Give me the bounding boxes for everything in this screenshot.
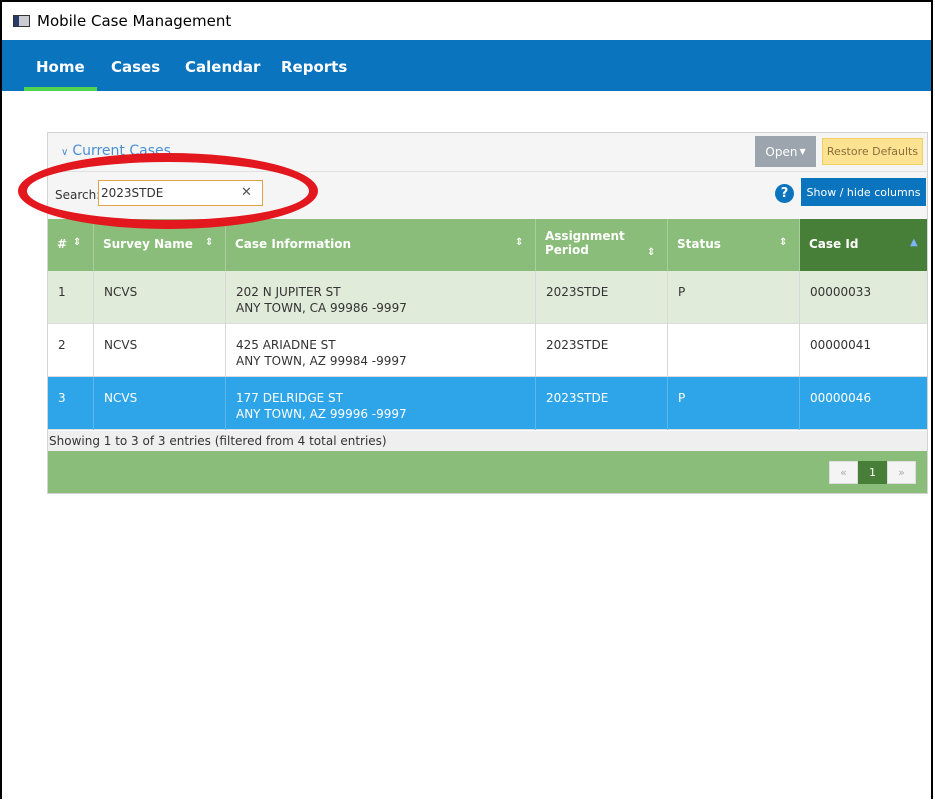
previous-page-button[interactable]: «: [829, 461, 858, 484]
help-icon[interactable]: ?: [775, 184, 794, 203]
column-header-case-information[interactable]: Case Information ⇕: [226, 219, 536, 271]
panel-title-toggle[interactable]: ∨ Current Cases: [61, 143, 171, 159]
column-header-status[interactable]: Status ⇕: [668, 219, 800, 271]
open-dropdown-button[interactable]: Open ▼: [755, 136, 816, 167]
active-tab-indicator: [24, 87, 97, 91]
sort-icon: ⇕: [515, 237, 524, 248]
sort-icon: ⇕: [205, 237, 214, 248]
column-header-case-id[interactable]: Case Id ▲: [800, 219, 927, 271]
title-bar: Mobile Case Management: [2, 2, 931, 40]
column-header-survey-name[interactable]: Survey Name ⇕: [94, 219, 226, 271]
table-row-selected[interactable]: 3 NCVS 177 DELRIDGE ST ANY TOWN, AZ 99996…: [48, 377, 927, 430]
nav-home[interactable]: Home: [36, 58, 85, 76]
nav-cases[interactable]: Cases: [111, 58, 160, 76]
pagination: « 1 »: [829, 461, 916, 484]
sort-icon: ⇕: [647, 247, 656, 258]
column-header-assignment-period[interactable]: Assignment Period ⇕: [536, 219, 668, 271]
caret-down-icon: ▼: [799, 147, 806, 156]
search-input[interactable]: [98, 180, 263, 206]
restore-defaults-button[interactable]: Restore Defaults: [822, 138, 923, 165]
app-icon: [13, 15, 30, 27]
table-info: Showing 1 to 3 of 3 entries (filtered fr…: [48, 431, 927, 451]
pagination-bar: « 1 »: [48, 451, 927, 493]
current-cases-panel: ∨ Current Cases Open ▼ Restore Defaults Se…: [47, 132, 928, 494]
search-row: Search: ✕ ? Show / hide columns: [48, 172, 927, 219]
nav-bar: Home Cases Calendar Reports: [2, 40, 931, 91]
window-title: Mobile Case Management: [37, 12, 232, 30]
nav-calendar[interactable]: Calendar: [185, 58, 260, 76]
table-header: # ⇕ Survey Name ⇕ Case Information ⇕ Assign…: [48, 219, 927, 271]
chevron-down-icon: ∨: [61, 147, 69, 158]
sort-ascending-icon: ▲: [910, 237, 918, 248]
sort-icon: ⇕: [73, 237, 82, 248]
page-1-button[interactable]: 1: [858, 461, 887, 484]
panel-title: Current Cases: [72, 143, 171, 159]
nav-reports[interactable]: Reports: [281, 58, 347, 76]
next-page-button[interactable]: »: [887, 461, 916, 484]
clear-search-icon[interactable]: ✕: [241, 185, 252, 200]
sort-icon: ⇕: [779, 237, 788, 248]
table-row[interactable]: 1 NCVS 202 N JUPITER ST ANY TOWN, CA 9998…: [48, 271, 927, 324]
table-row[interactable]: 2 NCVS 425 ARIADNE ST ANY TOWN, AZ 99984 …: [48, 324, 927, 377]
panel-header: ∨ Current Cases Open ▼ Restore Defaults: [48, 133, 927, 172]
column-header-number[interactable]: # ⇕: [48, 219, 94, 271]
search-label: Search:: [55, 188, 101, 202]
show-hide-columns-button[interactable]: Show / hide columns: [801, 178, 926, 206]
